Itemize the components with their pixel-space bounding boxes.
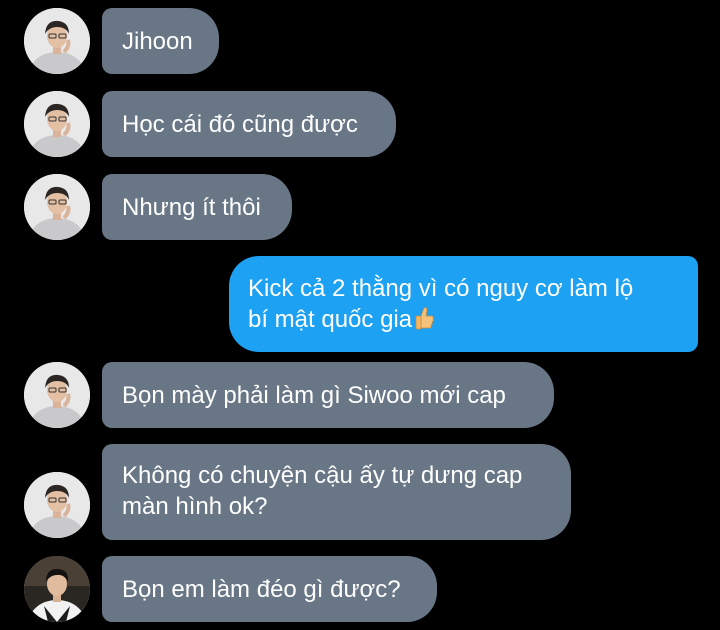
thumbs-up-icon bbox=[415, 307, 434, 330]
message-text-line: Kick cả 2 thằng vì có nguy cơ làm lộ bbox=[248, 275, 634, 302]
incoming-message-bubble[interactable]: Nhưng ít thôi bbox=[102, 174, 292, 240]
incoming-message-bubble[interactable]: Bọn mày phải làm gì Siwoo mới cap bbox=[102, 362, 554, 428]
message-text-line: Không có chuyện cậu ấy tự dưng cap bbox=[122, 462, 523, 489]
message-text: Jihoon bbox=[122, 27, 193, 55]
sender-avatar[interactable] bbox=[24, 472, 90, 538]
avatar-photo-icon bbox=[24, 556, 90, 622]
outgoing-message-bubble[interactable]: Kick cả 2 thằng vì có nguy cơ làm lộ bí … bbox=[229, 256, 698, 352]
sender-avatar[interactable] bbox=[24, 556, 90, 622]
message-text: Học cái đó cũng được bbox=[122, 110, 358, 138]
sender-avatar[interactable] bbox=[24, 8, 90, 74]
message-text-line: bí mật quốc gia bbox=[248, 304, 676, 335]
avatar-photo-icon bbox=[24, 91, 90, 157]
avatar-photo-icon bbox=[24, 362, 90, 428]
message-text-line: màn hình ok? bbox=[122, 493, 268, 520]
message-text: Không có chuyện cậu ấy tự dưng cap màn h… bbox=[122, 460, 522, 522]
incoming-message-bubble[interactable]: Không có chuyện cậu ấy tự dưng cap màn h… bbox=[102, 444, 571, 540]
message-text: Bọn em làm đéo gì được? bbox=[122, 575, 401, 603]
avatar-photo-icon bbox=[24, 472, 90, 538]
message-text: Nhưng ít thôi bbox=[122, 193, 261, 221]
incoming-message-bubble[interactable]: Học cái đó cũng được bbox=[102, 91, 396, 157]
message-text: bí mật quốc gia bbox=[248, 306, 413, 333]
avatar-photo-icon bbox=[24, 8, 90, 74]
sender-avatar[interactable] bbox=[24, 362, 90, 428]
incoming-message-bubble[interactable]: Jihoon bbox=[102, 8, 219, 74]
message-text: Bọn mày phải làm gì Siwoo mới cap bbox=[122, 381, 506, 409]
incoming-message-bubble[interactable]: Bọn em làm đéo gì được? bbox=[102, 556, 437, 622]
sender-avatar[interactable] bbox=[24, 91, 90, 157]
avatar-photo-icon bbox=[24, 174, 90, 240]
sender-avatar[interactable] bbox=[24, 174, 90, 240]
